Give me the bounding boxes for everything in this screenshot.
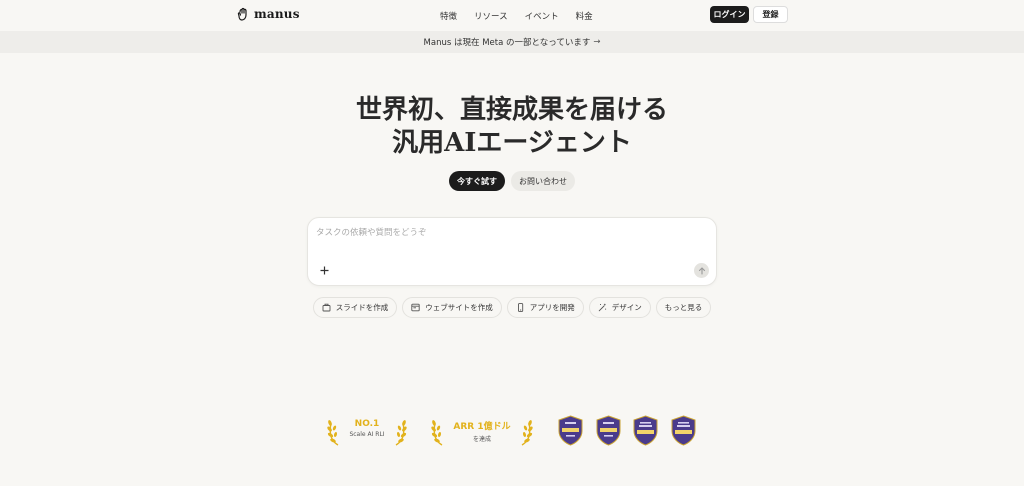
award-subtitle: を達成 <box>472 436 491 443</box>
laurel-right-icon <box>395 420 407 446</box>
chip-label: アプリを開発 <box>529 303 575 312</box>
chip-develop-app[interactable]: アプリを開発 <box>506 297 584 318</box>
task-composer <box>307 217 717 286</box>
award-subtitle: Scale AI RLI <box>349 431 385 438</box>
nav-link-resources[interactable]: リソース <box>474 10 508 22</box>
chip-label: もっと見る <box>664 303 703 312</box>
login-button[interactable]: ログイン <box>710 6 749 23</box>
presentation-icon <box>322 303 331 312</box>
try-now-button[interactable]: 今すぐ試す <box>449 171 505 191</box>
award-title: ARR 1億ドル <box>453 422 511 432</box>
top-navigation: manus 特徴 リソース イベント 料金 ログイン 登録 <box>0 0 1024 30</box>
award-text: NO.1 Scale AI RLI <box>341 419 393 438</box>
signup-button[interactable]: 登録 <box>753 6 788 23</box>
chip-create-website[interactable]: ウェブサイトを作成 <box>402 297 502 318</box>
send-button[interactable] <box>694 263 709 278</box>
smartphone-icon <box>517 303 523 312</box>
arrow-right-icon: → <box>593 37 601 47</box>
iso-27001-badge <box>633 415 658 446</box>
award-scale-ai: NO.1 Scale AI RLI <box>327 413 407 449</box>
hero-line-2: 汎用AIエージェント <box>392 128 632 158</box>
iso-27701-badge <box>671 415 696 446</box>
laurel-left-icon <box>431 420 443 446</box>
add-attachment-button[interactable] <box>317 263 331 277</box>
brand-name: manus <box>254 7 300 21</box>
nav-link-events[interactable]: イベント <box>525 10 559 22</box>
award-text: ARR 1億ドル を達成 <box>445 419 519 443</box>
chip-see-more[interactable]: もっと見る <box>655 297 712 318</box>
arrow-up-icon <box>698 266 705 275</box>
chip-label: スライドを作成 <box>335 303 389 312</box>
announcement-banner[interactable]: Manus は現在 Meta の一部となっています → <box>0 31 1024 53</box>
soc2-type1-badge <box>558 415 583 446</box>
suggestion-chips: スライドを作成 ウェブサイトを作成 アプリを開発 デザイン もっと見る <box>0 297 1024 318</box>
nav-links: 特徴 リソース イベント 料金 <box>440 10 593 22</box>
nav-link-pricing[interactable]: 料金 <box>576 10 593 22</box>
laurel-right-icon <box>521 420 533 446</box>
plus-icon <box>320 266 328 274</box>
chip-design[interactable]: デザイン <box>588 297 651 318</box>
task-input[interactable] <box>316 226 696 242</box>
magic-wand-icon <box>598 303 606 312</box>
hero-line-1: 世界初、直接成果を届ける <box>355 95 668 125</box>
awards-strip: NO.1 Scale AI RLI ARR 1億ドル を達成 <box>0 413 1024 449</box>
manus-hand-icon <box>237 7 247 21</box>
laurel-left-icon <box>327 420 339 446</box>
award-arr: ARR 1億ドル を達成 <box>431 413 533 449</box>
nav-link-features[interactable]: 特徴 <box>440 10 457 22</box>
banner-text: Manus は現在 Meta の一部となっています <box>423 38 591 48</box>
chip-label: デザイン <box>611 303 642 312</box>
award-title: NO.1 <box>354 419 380 429</box>
chip-label: ウェブサイトを作成 <box>425 303 493 312</box>
cta-group: 今すぐ試す お問い合わせ <box>0 171 1024 191</box>
browser-window-icon <box>411 303 420 312</box>
hero-headline: 世界初、直接成果を届ける 汎用AIエージェント <box>0 94 1024 160</box>
chip-create-slides[interactable]: スライドを作成 <box>312 297 398 318</box>
contact-button[interactable]: お問い合わせ <box>511 171 575 191</box>
brand-logo[interactable]: manus <box>237 7 300 21</box>
soc2-type2-badge <box>596 415 621 446</box>
